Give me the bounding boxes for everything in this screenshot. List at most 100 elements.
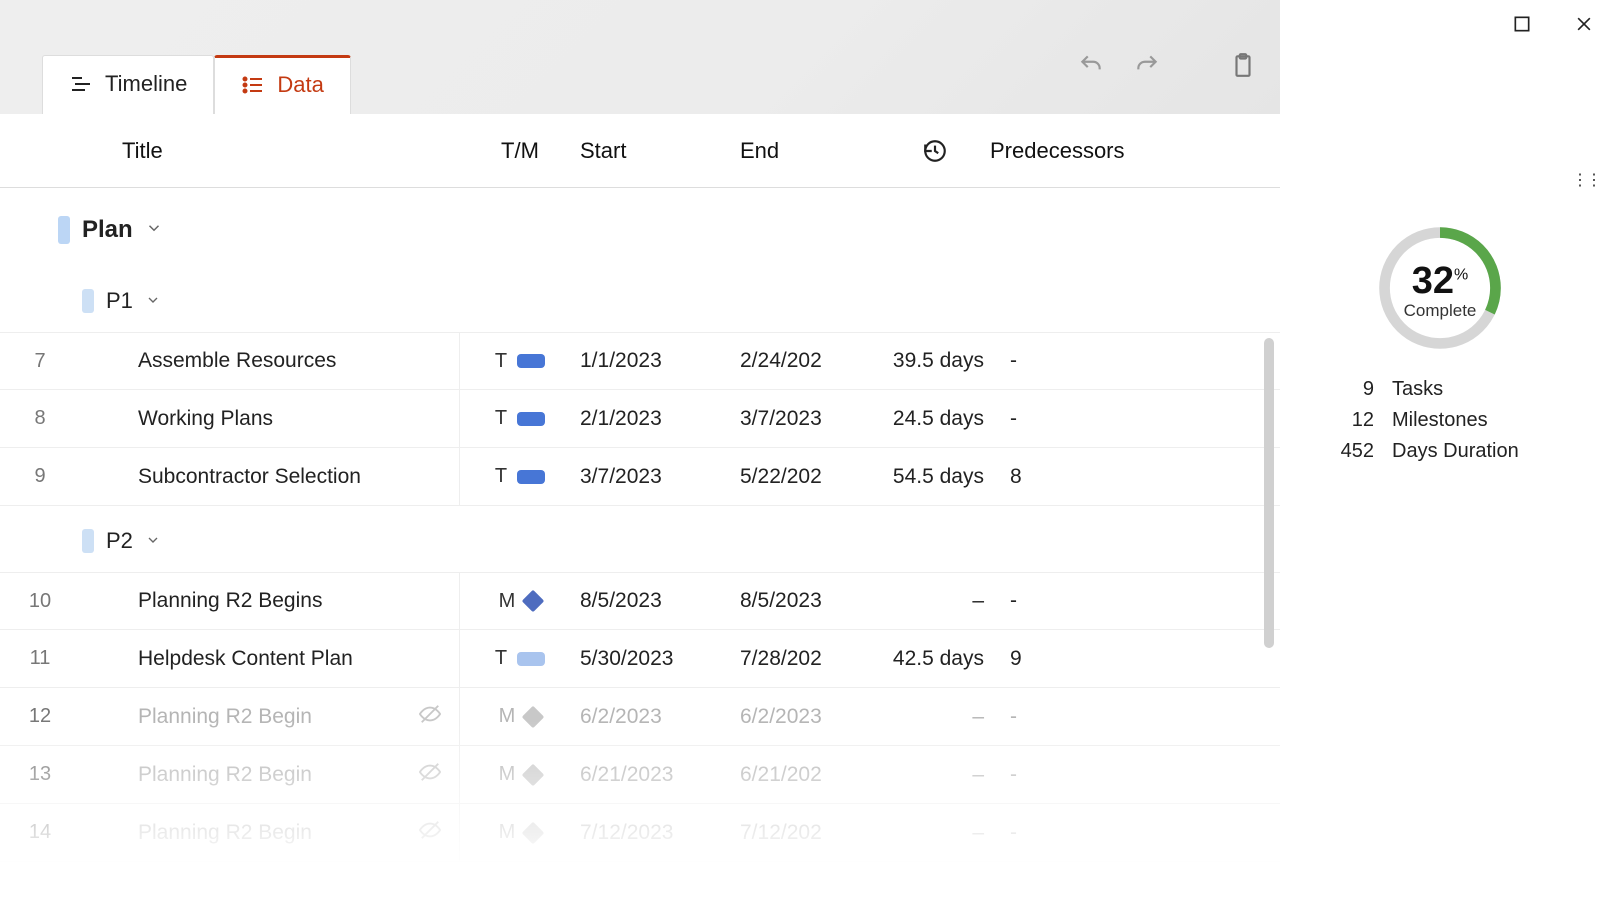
table-row[interactable]: 12Planning R2 BeginM6/2/20236/2/2023–- [0,688,1280,746]
progress-complete-label: Complete [1404,301,1477,321]
row-predecessors[interactable]: 8 [990,465,1190,489]
row-duration[interactable]: – [880,821,990,845]
row-tm[interactable]: T [460,407,580,430]
tab-timeline[interactable]: Timeline [42,55,214,114]
row-predecessors[interactable]: 9 [990,647,1190,671]
stat-tasks-label: Tasks [1392,378,1443,401]
milestone-diamond-icon [522,705,545,728]
row-title[interactable]: Planning R2 Begin [80,746,460,803]
group-p2[interactable]: P2 [0,506,1280,572]
stat-tasks: 9 Tasks [1334,378,1519,401]
row-title[interactable]: Planning R2 Begin [80,688,460,745]
row-tm[interactable]: M [460,763,580,786]
row-end[interactable]: 7/12/202 [740,821,880,845]
row-tm[interactable]: M [460,821,580,844]
row-predecessors[interactable]: - [990,705,1190,729]
table-row[interactable]: 13Planning R2 BeginM6/21/20236/21/202–- [0,746,1280,804]
redo-button[interactable] [1134,52,1160,83]
table-row[interactable]: 8Working PlansT2/1/20233/7/202324.5 days… [0,390,1280,448]
row-number: 9 [0,465,80,488]
row-end[interactable]: 3/7/2023 [740,407,880,431]
row-tm[interactable]: T [460,350,580,373]
row-duration[interactable]: 39.5 days [880,349,990,373]
row-end[interactable]: 6/2/2023 [740,705,880,729]
row-start[interactable]: 5/30/2023 [580,647,740,671]
row-duration[interactable]: – [880,705,990,729]
progress-donut: 32% Complete [1376,224,1504,357]
row-tm[interactable]: T [460,647,580,670]
row-start[interactable]: 2/1/2023 [580,407,740,431]
stat-milestones-n: 12 [1334,409,1374,432]
table-row[interactable]: 9Subcontractor SelectionT3/7/20235/22/20… [0,448,1280,506]
row-predecessors[interactable]: - [990,349,1190,373]
clipboard-button[interactable] [1230,52,1256,83]
close-button[interactable] [1574,14,1594,39]
chevron-down-icon [145,288,161,314]
row-start[interactable]: 7/12/2023 [580,821,740,845]
row-tm[interactable]: M [460,590,580,613]
table-row[interactable]: 11Helpdesk Content PlanT5/30/20237/28/20… [0,630,1280,688]
row-end[interactable]: 8/5/2023 [740,589,880,613]
col-history-icon[interactable] [880,138,990,164]
milestone-diamond-icon [522,763,545,786]
table-row[interactable]: 14Planning R2 BeginM7/12/20237/12/202–- [0,804,1280,862]
row-end[interactable]: 7/28/202 [740,647,880,671]
col-tm[interactable]: T/M [460,138,580,164]
row-tm[interactable]: T [460,465,580,488]
row-tm[interactable]: M [460,705,580,728]
group-p2-label: P2 [106,528,133,554]
window-controls [1512,14,1594,39]
row-duration[interactable]: 54.5 days [880,465,990,489]
col-title[interactable]: Title [0,138,460,164]
hidden-icon [419,703,441,731]
row-predecessors[interactable]: - [990,821,1190,845]
row-number: 7 [0,350,80,373]
row-duration[interactable]: – [880,763,990,787]
stat-tasks-n: 9 [1334,378,1374,401]
tab-data[interactable]: Data [214,55,350,114]
tab-data-label: Data [277,72,323,98]
row-start[interactable]: 8/5/2023 [580,589,740,613]
data-area: Plan P1 7Assemble ResourcesT1/1/20232/24… [0,188,1280,900]
topbar: Timeline Data [0,0,1280,114]
row-start[interactable]: 6/2/2023 [580,705,740,729]
row-predecessors[interactable]: - [990,589,1190,613]
row-number: 11 [0,647,80,670]
row-title[interactable]: Planning R2 Begin [80,804,460,861]
row-title[interactable]: Assemble Resources [80,333,460,389]
expand-handle-icon[interactable]: ⋮⋮ [1572,170,1600,190]
group-swatch [82,289,94,313]
row-title[interactable]: Planning R2 Begins [80,573,460,629]
undo-button[interactable] [1078,52,1104,83]
col-predecessors[interactable]: Predecessors [990,138,1190,164]
row-start[interactable]: 1/1/2023 [580,349,740,373]
col-start[interactable]: Start [580,138,740,164]
row-title[interactable]: Subcontractor Selection [80,448,460,505]
table-row[interactable]: 10Planning R2 BeginsM8/5/20238/5/2023–- [0,572,1280,630]
progress-percent-suffix: % [1454,266,1468,283]
row-duration[interactable]: – [880,589,990,613]
row-duration[interactable]: 42.5 days [880,647,990,671]
col-end[interactable]: End [740,138,880,164]
row-end[interactable]: 2/24/202 [740,349,880,373]
hidden-icon [419,819,441,847]
row-duration[interactable]: 24.5 days [880,407,990,431]
tabs: Timeline Data [42,55,351,114]
table-row[interactable]: 7Assemble ResourcesT1/1/20232/24/20239.5… [0,332,1280,390]
row-title[interactable]: Helpdesk Content Plan [80,630,460,687]
group-plan[interactable]: Plan [0,188,1280,266]
row-end[interactable]: 5/22/202 [740,465,880,489]
row-end[interactable]: 6/21/202 [740,763,880,787]
task-pill-icon [517,470,545,484]
row-start[interactable]: 3/7/2023 [580,465,740,489]
row-start[interactable]: 6/21/2023 [580,763,740,787]
progress-percent: 32 [1412,260,1454,302]
scrollbar[interactable] [1264,338,1274,648]
chevron-down-icon [145,216,163,244]
row-number: 8 [0,407,80,430]
maximize-button[interactable] [1512,14,1532,39]
group-p1[interactable]: P1 [0,266,1280,332]
row-predecessors[interactable]: - [990,763,1190,787]
row-title[interactable]: Working Plans [80,390,460,447]
row-predecessors[interactable]: - [990,407,1190,431]
